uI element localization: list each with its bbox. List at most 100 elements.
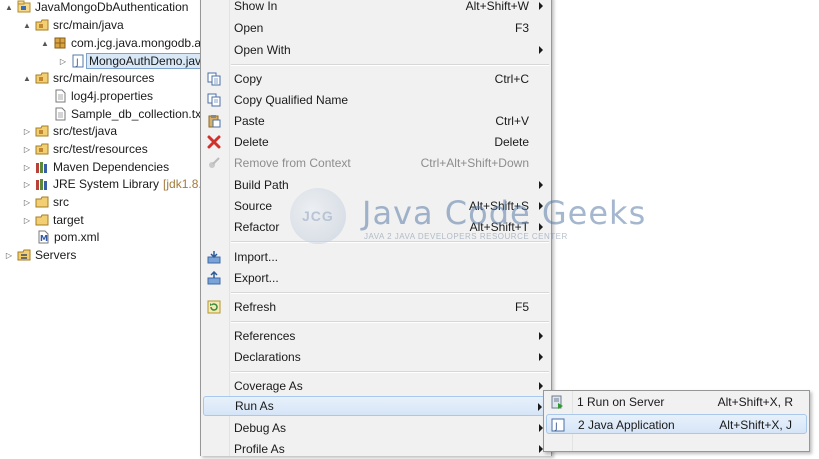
menu-item-show-in[interactable]: Show In Alt+Shift+W: [203, 0, 549, 16]
tree-item-src-main-resources[interactable]: ▲ src/main/resources: [22, 69, 154, 87]
tree-item-label: MongoAuthDemo.jav: [86, 53, 205, 69]
menu-item-label: Delete: [234, 135, 269, 149]
tree-item-target[interactable]: ▷ target: [22, 211, 84, 229]
menu-item-label: Open With: [234, 43, 291, 57]
source-folder-icon: [35, 124, 49, 138]
source-folder-icon: [35, 142, 49, 156]
menu-separator: [231, 292, 549, 294]
submenu-arrow-icon: [539, 332, 543, 340]
source-folder-icon: [35, 18, 49, 32]
menu-item-copy[interactable]: Copy Ctrl+C: [203, 69, 549, 89]
context-menu: Show In Alt+Shift+W Open F3 Open With Co…: [200, 0, 552, 456]
collapse-arrow-icon[interactable]: ▲: [4, 2, 14, 12]
delete-icon: [206, 134, 222, 150]
menu-item-run-on-server[interactable]: 1 Run on Server Alt+Shift+X, R: [546, 392, 807, 412]
menu-item-label: References: [234, 329, 296, 343]
tree-item-src[interactable]: ▷ src: [22, 193, 69, 211]
menu-item-references[interactable]: References: [203, 326, 549, 346]
menu-separator: [231, 321, 549, 323]
tree-item-log4j[interactable]: log4j.properties: [53, 87, 153, 105]
java-file-icon: J: [71, 54, 85, 68]
tree-item-label: src/test/java: [53, 124, 118, 138]
file-icon: [53, 89, 67, 103]
menu-item-shortcut: Alt+Shift+X, R: [717, 395, 793, 409]
tree-item-src-main-java[interactable]: ▲ src/main/java: [22, 16, 124, 34]
menu-separator: [231, 371, 549, 373]
menu-item-shortcut: Ctrl+Alt+Shift+Down: [420, 156, 529, 170]
menu-item-java-application[interactable]: J 2 Java Application Alt+Shift+X, J: [546, 414, 807, 434]
import-icon: [206, 249, 222, 265]
maven-file-icon: M: [36, 230, 50, 244]
svg-text:J: J: [75, 58, 79, 68]
menu-item-run-as[interactable]: Run As: [203, 396, 549, 416]
menu-item-label: Copy Qualified Name: [234, 93, 349, 107]
menu-item-declarations[interactable]: Declarations: [203, 347, 549, 367]
submenu-arrow-icon: [539, 223, 543, 231]
menu-item-profile-as[interactable]: Profile As: [203, 439, 549, 459]
menu-item-coverage-as[interactable]: Coverage As: [203, 376, 549, 396]
menu-item-shortcut: Alt+Shift+W: [465, 0, 529, 13]
menu-separator: [231, 64, 549, 66]
expand-arrow-icon[interactable]: ▷: [22, 215, 32, 225]
menu-item-shortcut: Delete: [494, 135, 529, 149]
menu-item-build-path[interactable]: Build Path: [203, 175, 549, 195]
menu-item-import[interactable]: Import...: [203, 247, 549, 267]
menu-item-open-with[interactable]: Open With: [203, 40, 549, 60]
tree-item-src-test-resources[interactable]: ▷ src/test/resources: [22, 140, 148, 158]
expand-arrow-icon[interactable]: ▷: [58, 56, 68, 66]
menu-item-label: Remove from Context: [234, 156, 351, 170]
menu-item-label: Open: [234, 21, 264, 35]
submenu-arrow-icon: [539, 181, 543, 189]
expand-arrow-icon[interactable]: ▷: [22, 144, 32, 154]
menu-item-open[interactable]: Open F3: [203, 18, 549, 38]
collapse-arrow-icon[interactable]: ▲: [40, 38, 50, 48]
submenu-arrow-icon: [539, 2, 543, 10]
tree-item-pom[interactable]: M pom.xml: [36, 228, 99, 246]
tree-item-label: Sample_db_collection.txt: [71, 107, 205, 121]
menu-item-label: Profile As: [234, 442, 285, 456]
expand-arrow-icon[interactable]: ▷: [22, 162, 32, 172]
remove-context-icon: [206, 155, 222, 171]
submenu-arrow-icon: [539, 202, 543, 210]
tree-item-maven-dependencies[interactable]: ▷ Maven Dependencies: [22, 158, 169, 176]
project-icon: [17, 0, 31, 14]
tree-item-label: src/main/resources: [53, 71, 155, 85]
tree-item-jre-system-library[interactable]: ▷ JRE System Library [jdk1.8.0_: [22, 175, 215, 193]
expand-arrow-icon[interactable]: ▷: [22, 126, 32, 136]
tree-item-sample-db[interactable]: Sample_db_collection.txt: [53, 105, 204, 123]
menu-item-paste[interactable]: Paste Ctrl+V: [203, 111, 549, 131]
expand-arrow-icon[interactable]: ▷: [22, 179, 32, 189]
tree-item-label: JRE System Library: [53, 177, 160, 191]
package-icon: [53, 36, 67, 50]
menu-item-copy-qualified-name[interactable]: Copy Qualified Name: [203, 90, 549, 110]
menu-item-export[interactable]: Export...: [203, 268, 549, 288]
menu-separator: [231, 241, 549, 243]
tree-item-label: pom.xml: [54, 230, 100, 244]
tree-item-servers[interactable]: ▷ Servers: [4, 246, 76, 264]
menu-item-label: Paste: [234, 114, 265, 128]
menu-item-source[interactable]: Source Alt+Shift+S: [203, 196, 549, 216]
folder-icon: [35, 195, 49, 209]
submenu-arrow-icon: [539, 382, 543, 390]
collapse-arrow-icon[interactable]: ▲: [22, 73, 32, 83]
tree-item-package[interactable]: ▲ com.jcg.java.mongodb.a: [40, 34, 201, 52]
svg-text:J: J: [554, 422, 558, 432]
menu-item-delete[interactable]: Delete Delete: [203, 132, 549, 152]
tree-item-label: JavaMongoDbAuthentication: [35, 0, 189, 14]
collapse-arrow-icon[interactable]: ▲: [22, 20, 32, 30]
paste-icon: [206, 113, 222, 129]
run-as-submenu: 1 Run on Server Alt+Shift+X, R J 2 Java …: [543, 390, 810, 452]
expand-arrow-icon[interactable]: ▷: [4, 250, 14, 260]
tree-item-project[interactable]: ▲ JavaMongoDbAuthentication: [4, 0, 188, 16]
menu-item-label: Debug As: [234, 421, 287, 435]
tree-item-label: Maven Dependencies: [53, 160, 170, 174]
export-icon: [206, 270, 222, 286]
tree-item-src-test-java[interactable]: ▷ src/test/java: [22, 122, 117, 140]
menu-item-refactor[interactable]: Refactor Alt+Shift+T: [203, 217, 549, 237]
menu-item-label: Refresh: [234, 300, 277, 314]
menu-item-label: Run As: [235, 399, 274, 413]
tree-item-mongoauthdemo[interactable]: ▷ J MongoAuthDemo.jav: [58, 52, 205, 70]
expand-arrow-icon[interactable]: ▷: [22, 197, 32, 207]
menu-item-refresh[interactable]: Refresh F5: [203, 297, 549, 317]
menu-item-debug-as[interactable]: Debug As: [203, 418, 549, 438]
